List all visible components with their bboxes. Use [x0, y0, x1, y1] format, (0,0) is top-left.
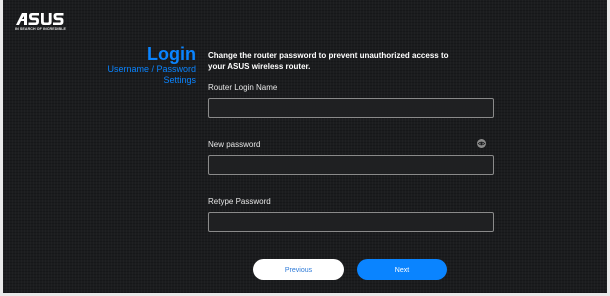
- eye-icon[interactable]: [477, 139, 486, 148]
- step-subtitle-line1: Username / Password: [107, 64, 196, 74]
- previous-button[interactable]: Previous: [253, 259, 344, 280]
- retype-password-label: Retype Password: [208, 197, 271, 206]
- asus-wordmark-icon: [16, 13, 64, 25]
- retype-password-input[interactable]: [208, 212, 494, 232]
- new-password-label: New password: [208, 140, 261, 149]
- login-form: Change the router password to prevent un…: [208, 50, 496, 232]
- new-password-input[interactable]: [208, 155, 494, 175]
- form-headline-line2: your ASUS wireless router.: [208, 62, 311, 71]
- form-headline: Change the router password to prevent un…: [208, 50, 496, 72]
- window-frame-left: [0, 0, 3, 296]
- step-sidebar: Login Username / Password Settings: [107, 44, 196, 86]
- asus-logo: IN SEARCH OF INCREDIBLE: [15, 12, 67, 34]
- login-name-input[interactable]: [208, 98, 494, 118]
- brand-tagline: IN SEARCH OF INCREDIBLE: [15, 27, 67, 31]
- form-headline-line1: Change the router password to prevent un…: [208, 51, 449, 60]
- page-title: Login: [147, 44, 196, 64]
- login-name-label: Router Login Name: [208, 83, 278, 92]
- next-button[interactable]: Next: [357, 259, 447, 280]
- step-subtitle-line2: Settings: [163, 75, 196, 85]
